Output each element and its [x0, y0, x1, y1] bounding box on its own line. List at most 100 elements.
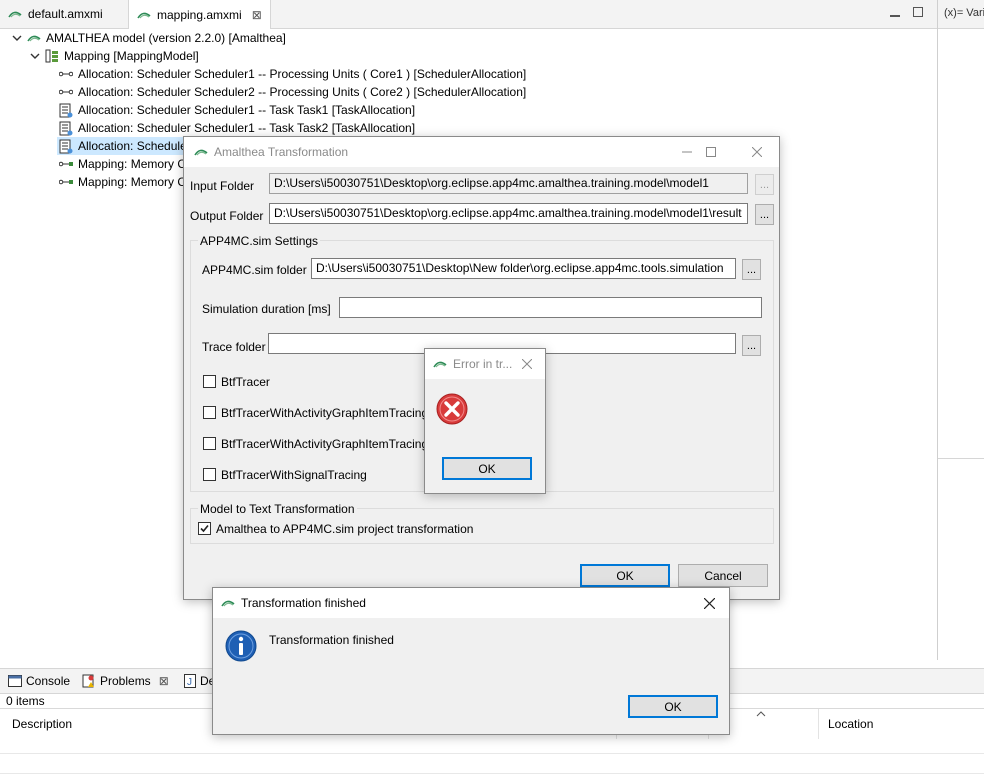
task-allocation-icon [59, 139, 73, 153]
tree-node-mapping[interactable]: Mapping [MappingModel] [30, 47, 199, 65]
tree-item[interactable]: Allocation: Scheduler Scheduler1 -- Task… [59, 101, 415, 119]
close-button[interactable] [689, 588, 729, 618]
mapping-model-icon [45, 49, 58, 63]
scheduler-allocation-icon [59, 71, 73, 77]
maximize-button[interactable] [691, 137, 731, 167]
output-folder-field[interactable]: D:\Users\i50030751\Desktop\org.eclipse.a… [269, 203, 748, 224]
column-header-location[interactable]: Location [820, 709, 984, 739]
svg-text:J: J [187, 677, 192, 688]
tree-node-label: Mapping [MappingModel] [64, 49, 199, 63]
table-row-divider [0, 773, 984, 774]
amalthea-icon [27, 35, 41, 42]
close-button[interactable] [510, 349, 544, 379]
tab-mapping-amxmi[interactable]: mapping.amxmi ⊠ [128, 0, 271, 29]
checkmark-icon [200, 524, 209, 533]
dialog-title-bar[interactable]: Error in tr... [425, 349, 545, 379]
tree-item-label: Mapping: Memory C [78, 175, 187, 189]
amalthea-icon [433, 361, 447, 368]
tab-variables[interactable]: (x)= Varia [938, 0, 984, 29]
ok-button[interactable]: OK [580, 564, 670, 587]
close-icon [752, 147, 762, 157]
sort-arrow-icon [756, 711, 766, 717]
tab-label: mapping.amxmi [157, 7, 242, 22]
tree-item-label: Allocation: Scheduler Scheduler1 -- Task… [78, 121, 416, 135]
cancel-button[interactable]: Cancel [678, 564, 768, 587]
tree-node-root[interactable]: AMALTHEA model (version 2.2.0) [Amalthea… [12, 29, 286, 47]
tab-label: Console [26, 674, 71, 688]
tree-item[interactable]: Mapping: Memory C [59, 155, 186, 173]
checkbox-label: BtfTracerWithActivityGraphItemTracing [221, 406, 429, 420]
tree-item-label: Allocation: Scheduler Scheduler1 -- Proc… [78, 67, 527, 81]
checkbox-btftracer-activity-2[interactable] [203, 437, 216, 450]
sim-folder-field[interactable]: D:\Users\i50030751\Desktop\New folder\or… [311, 258, 736, 279]
tree-item-label: Mapping: Memory C [78, 157, 187, 171]
close-icon[interactable]: ⊠ [252, 8, 262, 22]
variables-panel [937, 0, 984, 660]
close-icon[interactable]: ⊠ [159, 674, 169, 688]
dialog-title-bar[interactable]: Transformation finished [213, 588, 729, 618]
tab-label: Problems [100, 674, 151, 688]
tree-item-selected[interactable]: Allocation: Schedule [57, 137, 189, 155]
amalthea-icon [8, 11, 22, 18]
tree-item-label: Allocation: Scheduler Scheduler1 -- Task… [78, 103, 416, 117]
maximize-icon[interactable] [912, 6, 924, 18]
minimize-icon[interactable] [889, 6, 901, 18]
tree-node-label: AMALTHEA model (version 2.2.0) [Amalthea… [46, 31, 286, 45]
tree-item-label: Allocation: Scheduler Scheduler2 -- Proc… [78, 85, 527, 99]
ok-button[interactable]: OK [628, 695, 718, 718]
chevron-down-icon[interactable] [30, 51, 40, 61]
sim-folder-browse-button[interactable]: ... [742, 259, 761, 280]
javadoc-icon: J [184, 674, 196, 688]
checkbox-label: Amalthea to APP4MC.sim project transform… [216, 522, 474, 536]
checkbox-btftracer-activity-1[interactable] [203, 406, 216, 419]
editor-tab-bar: default.amxmi mapping.amxmi ⊠ [0, 0, 937, 29]
maximize-icon [706, 147, 716, 157]
checkbox-btftracer[interactable] [203, 375, 216, 388]
memory-mapping-icon [59, 179, 73, 185]
close-button[interactable] [737, 137, 777, 167]
duration-label: Simulation duration [ms] [202, 302, 331, 316]
tab-default-amxmi[interactable]: default.amxmi [0, 0, 111, 28]
error-icon [436, 393, 468, 425]
info-icon [225, 630, 257, 662]
finished-dialog: Transformation finished Transformation f… [212, 587, 730, 735]
error-dialog: Error in tr... OK [424, 348, 546, 494]
task-allocation-icon [59, 103, 73, 117]
input-folder-browse-button[interactable]: ... [755, 174, 774, 195]
duration-input[interactable] [339, 297, 762, 318]
chevron-down-icon[interactable] [12, 33, 22, 43]
checkbox-btftracer-signal[interactable] [203, 468, 216, 481]
close-icon [703, 597, 715, 609]
tab-console[interactable]: Console [8, 672, 70, 690]
task-allocation-icon [59, 121, 73, 135]
memory-mapping-icon [59, 161, 73, 167]
dialog-title-bar[interactable]: Amalthea Transformation [184, 137, 779, 167]
amalthea-icon [194, 149, 208, 156]
tab-label: default.amxmi [28, 7, 103, 21]
trace-folder-label: Trace folder [202, 340, 266, 354]
table-row-divider [0, 753, 984, 754]
scheduler-allocation-icon [59, 89, 73, 95]
sim-folder-label: APP4MC.sim folder [202, 263, 307, 277]
input-folder-label: Input Folder [190, 179, 255, 193]
tree-item[interactable]: Allocation: Scheduler Scheduler1 -- Task… [59, 119, 415, 137]
amalthea-icon [221, 600, 235, 607]
ok-button[interactable]: OK [442, 457, 532, 480]
divider [938, 458, 984, 459]
tab-problems[interactable]: Problems ⊠ [82, 672, 169, 690]
tree-item[interactable]: Mapping: Memory C [59, 173, 186, 191]
dialog-title: Error in tr... [453, 357, 513, 371]
input-folder-field[interactable]: D:\Users\i50030751\Desktop\org.eclipse.a… [269, 173, 748, 194]
trace-folder-browse-button[interactable]: ... [742, 335, 761, 356]
console-icon [8, 675, 22, 687]
close-icon [522, 359, 532, 369]
tree-item[interactable]: Allocation: Scheduler Scheduler1 -- Proc… [59, 65, 526, 83]
checkbox-m2t-transformation[interactable] [198, 522, 211, 535]
tab-debug[interactable]: J De [184, 672, 215, 690]
output-folder-browse-button[interactable]: ... [755, 204, 774, 225]
tree-item[interactable]: Allocation: Scheduler Scheduler2 -- Proc… [59, 83, 526, 101]
dialog-message: Transformation finished [269, 633, 394, 647]
tree-item-label: Allocation: Schedule [78, 139, 187, 153]
amalthea-icon [137, 12, 151, 18]
dialog-title: Transformation finished [241, 596, 366, 610]
